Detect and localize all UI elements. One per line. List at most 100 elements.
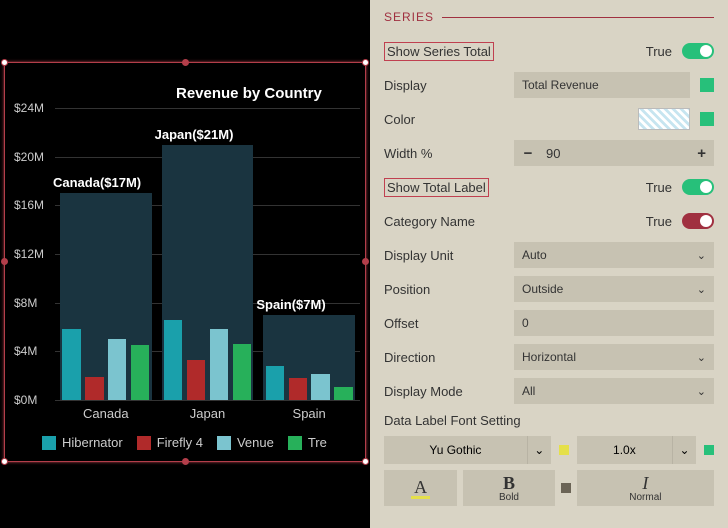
legend-item[interactable]: Firefly 4 [137, 435, 203, 450]
display-unit-select[interactable]: Auto⌄ [514, 242, 714, 268]
resize-handle-n[interactable] [182, 59, 189, 66]
y-tick-label: $0M [14, 393, 37, 407]
resize-handle-e[interactable] [362, 258, 369, 265]
bold-swatch[interactable] [561, 483, 571, 493]
series-bar[interactable] [210, 329, 228, 400]
category-label: Japan [157, 406, 259, 421]
section-title: SERIES [384, 10, 434, 24]
position-label: Position [384, 282, 514, 297]
chart-canvas[interactable]: Revenue by Country $0M $4M $8M $12M $16M $20M… [0, 0, 370, 528]
series-bar[interactable] [62, 329, 80, 400]
font-color-button[interactable]: A [384, 470, 457, 506]
category-label: Spain [258, 406, 360, 421]
y-tick-label: $4M [14, 344, 37, 358]
resize-handle-w[interactable] [1, 258, 8, 265]
bold-letter: B [503, 474, 515, 492]
display-mode-label: Display Mode [384, 384, 514, 399]
legend-label: Tre [308, 435, 327, 450]
legend-swatch [42, 436, 56, 450]
italic-text: Normal [629, 492, 661, 503]
show-series-total-value: True [646, 44, 672, 59]
total-label: Spain($7M) [256, 297, 325, 312]
display-unit-value: Auto [522, 248, 547, 262]
y-tick-label: $8M [14, 296, 37, 310]
display-mode-select[interactable]: All ⌄ [514, 378, 714, 404]
display-label: Display [384, 78, 514, 93]
resize-handle-s[interactable] [182, 458, 189, 465]
direction-label: Direction [384, 350, 514, 365]
legend-label: Venue [237, 435, 274, 450]
y-tick-label: $16M [14, 198, 44, 212]
resize-handle-ne[interactable] [362, 59, 369, 66]
grid-line [55, 108, 360, 109]
width-increment[interactable]: + [686, 145, 714, 162]
position-value: Outside [522, 282, 563, 296]
font-color-swatch-2[interactable] [704, 445, 714, 455]
show-series-total-toggle[interactable] [682, 43, 714, 59]
legend-item[interactable]: Tre [288, 435, 327, 450]
series-bar[interactable] [131, 345, 149, 400]
width-value: 90 [542, 146, 686, 161]
offset-value: 0 [522, 316, 529, 330]
legend-swatch [137, 436, 151, 450]
series-bar[interactable] [164, 320, 182, 400]
bold-text: Bold [499, 492, 519, 503]
offset-input[interactable]: 0 [514, 310, 714, 336]
font-color-letter: A [411, 478, 430, 499]
y-tick-label: $12M [14, 247, 44, 261]
resize-handle-sw[interactable] [1, 458, 8, 465]
chevron-down-icon: ⌄ [697, 351, 706, 364]
y-tick-label: $24M [14, 101, 44, 115]
display-value: Total Revenue [522, 78, 599, 92]
display-input[interactable]: Total Revenue [514, 72, 690, 98]
italic-button[interactable]: I Normal [577, 470, 714, 506]
offset-label: Offset [384, 316, 514, 331]
show-total-label-toggle[interactable] [682, 179, 714, 195]
series-bar[interactable] [233, 344, 251, 400]
direction-value: Horizontal [522, 350, 576, 364]
series-bar[interactable] [85, 377, 103, 400]
display-mode-value: All [522, 384, 535, 398]
width-stepper[interactable]: − 90 + [514, 140, 714, 166]
properties-panel: SERIES Show Series Total True Display To… [370, 0, 728, 528]
chart-title: Revenue by Country [176, 85, 322, 102]
font-scale-select[interactable]: 1.0x ⌄ [577, 436, 696, 464]
direction-select[interactable]: Horizontal ⌄ [514, 344, 714, 370]
category-label: Canada [55, 406, 157, 421]
total-label: Canada($17M) [53, 175, 141, 190]
chevron-down-icon: ⌄ [697, 385, 706, 398]
show-total-label-label: Show Total Label [384, 178, 489, 197]
width-label: Width % [384, 146, 514, 161]
color-swatch[interactable] [700, 112, 714, 126]
series-bar[interactable] [334, 387, 352, 400]
legend-label: Hibernator [62, 435, 123, 450]
category-name-label: Category Name [384, 214, 514, 229]
legend-label: Firefly 4 [157, 435, 203, 450]
display-color-swatch[interactable] [700, 78, 714, 92]
legend-swatch [288, 436, 302, 450]
series-bar[interactable] [311, 374, 329, 400]
grid-line [55, 400, 360, 401]
series-bar[interactable] [187, 360, 205, 400]
section-header: SERIES [384, 10, 714, 24]
legend-item[interactable]: Venue [217, 435, 274, 450]
resize-handle-nw[interactable] [1, 59, 8, 66]
position-select[interactable]: Outside⌄ [514, 276, 714, 302]
font-family-select[interactable]: Yu Gothic ⌄ [384, 436, 551, 464]
legend-item[interactable]: Hibernator [42, 435, 123, 450]
show-total-label-value: True [646, 180, 672, 195]
y-tick-label: $20M [14, 150, 44, 164]
width-decrement[interactable]: − [514, 145, 542, 162]
series-bar[interactable] [289, 378, 307, 400]
series-bar[interactable] [266, 366, 284, 400]
font-family-value: Yu Gothic [429, 443, 481, 457]
color-picker[interactable] [638, 108, 690, 130]
category-name-toggle[interactable] [682, 213, 714, 229]
bold-button[interactable]: B Bold [463, 470, 555, 506]
series-bar[interactable] [108, 339, 126, 400]
font-color-swatch-1[interactable] [559, 445, 569, 455]
font-setting-label: Data Label Font Setting [384, 413, 521, 428]
font-scale-value: 1.0x [613, 443, 636, 457]
total-label: Japan($21M) [155, 127, 234, 142]
resize-handle-se[interactable] [362, 458, 369, 465]
